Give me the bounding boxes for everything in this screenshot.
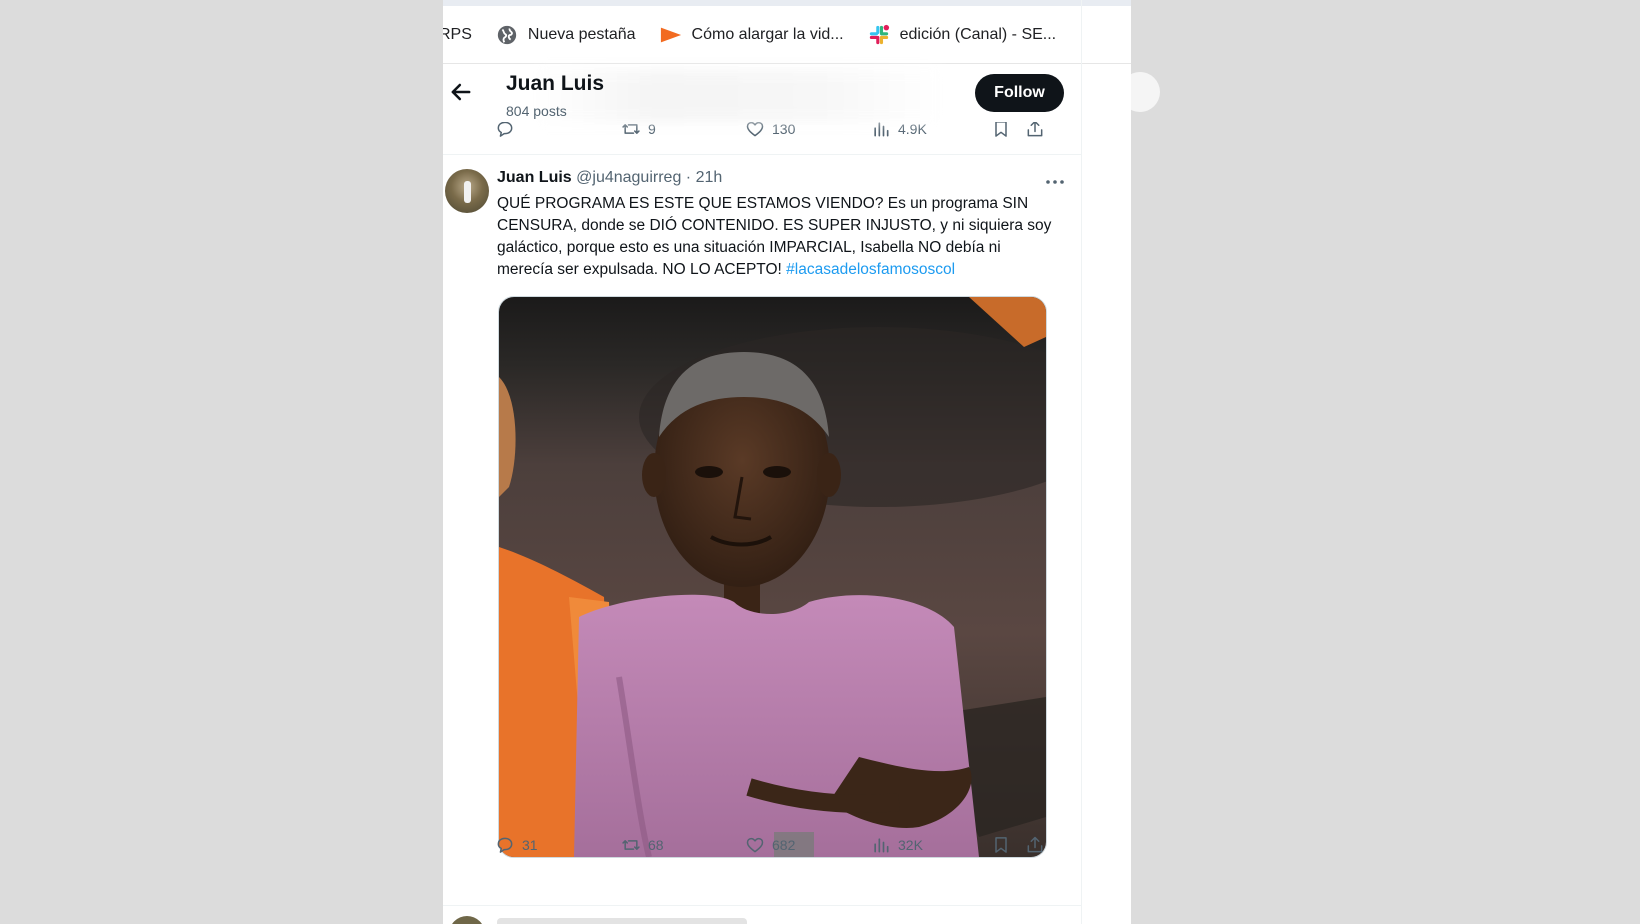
reply-button[interactable]	[495, 119, 522, 139]
posts-count: 804 posts	[506, 103, 567, 119]
views-button[interactable]: 32K	[871, 835, 923, 855]
tweet-author-handle[interactable]: @ju4naguirreg	[576, 169, 681, 186]
repost-button[interactable]: 68	[621, 835, 664, 855]
share-icon	[1027, 120, 1043, 137]
views-count: 4.9K	[898, 121, 927, 137]
avatar-figure	[464, 181, 471, 203]
next-tweet-header	[497, 918, 747, 924]
tweet-divider	[443, 905, 1081, 906]
profile-header: Juan Luis 804 posts Follow	[443, 64, 1081, 122]
more-options-icon[interactable]	[1043, 170, 1067, 194]
reply-icon	[497, 121, 513, 137]
views-chart-icon	[874, 838, 889, 853]
heart-icon	[746, 121, 764, 137]
tweet-hashtag-link[interactable]: #lacasadelosfamososcol	[786, 261, 955, 278]
bookmark-tweet-button[interactable]	[991, 119, 1011, 139]
next-tweet-avatar[interactable]	[449, 916, 485, 924]
like-button[interactable]: 130	[745, 119, 795, 139]
tweet-photo[interactable]	[498, 296, 1047, 858]
tweet-header: Juan Luis @ju4naguirreg · 21h	[497, 169, 722, 187]
repost-icon	[622, 124, 640, 134]
reply-button[interactable]: 31	[495, 835, 538, 855]
follow-button[interactable]: Follow	[975, 74, 1064, 112]
views-chart-icon	[874, 122, 889, 137]
bookmark-icon	[995, 121, 1007, 137]
tweet-text: QUÉ PROGRAMA ES ESTE QUE ESTAMOS VIENDO?…	[497, 193, 1057, 281]
bookmark-tweet-button[interactable]	[991, 835, 1011, 855]
reply-icon	[497, 837, 513, 853]
photo-illustration	[499, 297, 1046, 857]
share-button[interactable]	[1025, 119, 1045, 139]
repost-count: 9	[648, 121, 656, 137]
tweet-author-name[interactable]: Juan Luis	[497, 169, 572, 186]
share-icon	[1027, 836, 1043, 853]
prev-tweet-actions: 9 130 4.9K	[495, 119, 1055, 145]
like-count: 130	[772, 121, 796, 137]
page-title: Juan Luis	[506, 72, 605, 95]
tweet-body: QUÉ PROGRAMA ES ESTE QUE ESTAMOS VIENDO?…	[497, 195, 1052, 278]
repost-button[interactable]: 9	[621, 119, 656, 139]
heart-icon	[746, 837, 764, 853]
back-arrow-icon[interactable]	[447, 78, 475, 106]
browser-window: RPS Nueva pestaña Cómo alargar la vid...	[443, 0, 1131, 924]
reply-count: 31	[522, 837, 538, 853]
views-count: 32K	[898, 837, 923, 853]
tweet-actions: 31 68 682 32K	[495, 835, 1055, 861]
bookmark-icon	[995, 837, 1007, 853]
views-button[interactable]: 4.9K	[871, 119, 927, 139]
like-button[interactable]: 682	[745, 835, 795, 855]
tweet-divider	[443, 154, 1081, 155]
repost-count: 68	[648, 837, 664, 853]
like-count: 682	[772, 837, 796, 853]
profile-timeline: 9 130 4.9K Juan Luis @ju4naguirreg · 21h…	[443, 0, 1082, 924]
tweet-timestamp[interactable]: 21h	[696, 169, 723, 186]
share-button[interactable]	[1025, 835, 1045, 855]
avatar[interactable]	[445, 169, 489, 213]
repost-icon	[622, 840, 640, 850]
tweet-separator: ·	[685, 169, 692, 186]
